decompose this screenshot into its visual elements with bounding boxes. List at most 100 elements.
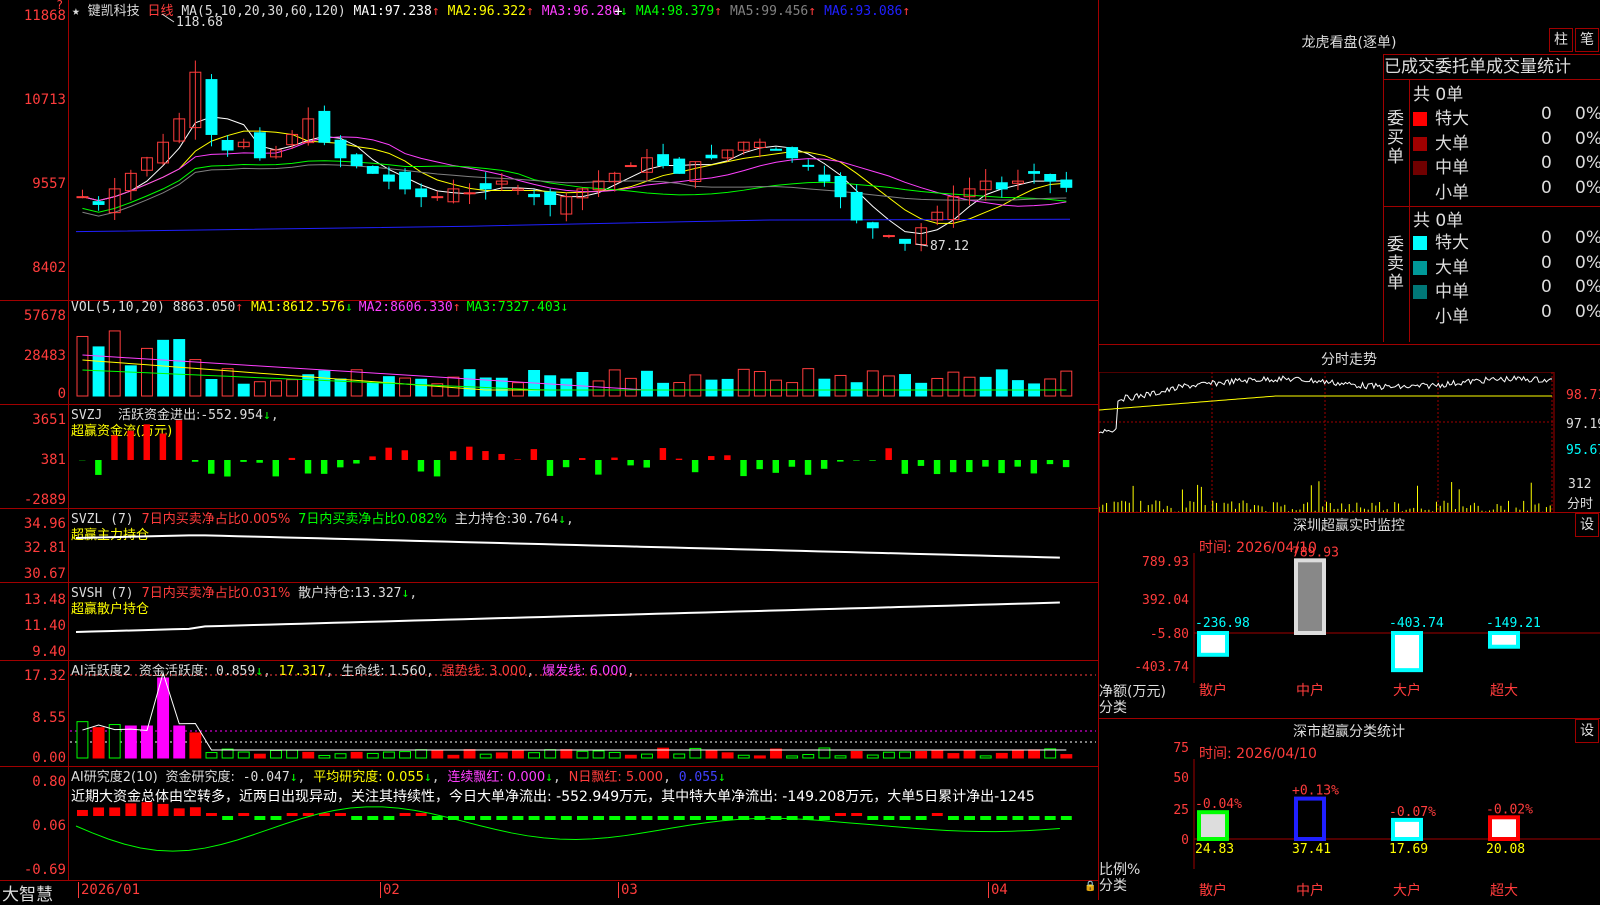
- research-bar: [577, 816, 588, 820]
- column-view-button[interactable]: 柱: [1549, 28, 1573, 52]
- lhb-row-count: 0: [1541, 178, 1552, 198]
- candle-body: [529, 194, 540, 196]
- candle-body: [1029, 172, 1040, 174]
- activity-bar: [254, 754, 265, 758]
- intraday-chart[interactable]: [1099, 372, 1600, 513]
- activity-bar: [1029, 750, 1040, 758]
- activity-bar: [706, 750, 717, 758]
- research-bar: [706, 816, 717, 820]
- intraday-panel[interactable]: 分时走势 98.71 97.19 95.67 312 分时: [1099, 345, 1600, 513]
- category-name: 大户: [1393, 682, 1421, 699]
- research-bar: [964, 816, 975, 820]
- flow-bar: [273, 460, 279, 476]
- lhb-row-name: 中单: [1435, 158, 1469, 178]
- y-label: -0.69: [0, 862, 66, 878]
- tick-view-button[interactable]: 笔: [1575, 28, 1599, 52]
- activity-bar: [432, 750, 443, 758]
- volume-bar: [77, 336, 88, 396]
- volume-bar: [674, 383, 685, 396]
- bar-y-label: 75: [1173, 741, 1189, 756]
- flow-bar: [627, 460, 633, 465]
- y-label: 8402: [0, 260, 66, 276]
- research-bar: [383, 816, 394, 820]
- category-name: 散户: [1199, 682, 1227, 699]
- tab-filled[interactable]: 已成交: [1384, 57, 1435, 77]
- volume-bar: [754, 372, 765, 396]
- volume-bar: [593, 381, 604, 396]
- svzj-chart[interactable]: [70, 404, 1096, 508]
- volume-bar: [190, 360, 201, 396]
- volume-panel[interactable]: VOL(5,10,20) 8863.050↑ MA1:8612.576↓MA2:…: [0, 300, 1098, 404]
- flow-bar: [563, 460, 569, 467]
- sell-total: 共 0单: [1413, 206, 1463, 230]
- volume-bar: [900, 375, 911, 396]
- flow-bar: [885, 448, 891, 460]
- flow-bar: [127, 431, 133, 460]
- volume-bar: [851, 383, 862, 396]
- ai-activity-panel[interactable]: AI活跃度2 资金活跃度: 0.859↓, 17.317, 生命线: 1.560…: [0, 660, 1098, 766]
- activity-bar: [351, 752, 362, 758]
- flow-bar: [579, 458, 585, 460]
- activity-bar: [722, 753, 733, 758]
- category-bar: [1393, 820, 1421, 839]
- tab-orders[interactable]: 委托单: [1435, 57, 1486, 77]
- y-label: -2889: [0, 492, 66, 508]
- lhb-panel: 龙虎看盘(逐单) 柱 笔 已成交委托单成交量统计 委买单 委卖单 共 0单 特大…: [1099, 0, 1600, 345]
- lhb-row: 小单00%: [1413, 302, 1600, 326]
- volume-bar: [125, 366, 136, 396]
- lhb-row: 大单00%: [1413, 129, 1600, 153]
- bar-value-label: -403.74: [1389, 616, 1444, 631]
- bar-value-label: -236.98: [1195, 616, 1250, 631]
- research-bar: [561, 816, 572, 820]
- activity-bar: [319, 755, 330, 758]
- ai-research-panel[interactable]: AI研究度2(10) 资金研究度: -0.047↓, 平均研究度: 0.055↓…: [0, 766, 1098, 880]
- flow-bar: [934, 460, 940, 474]
- candle-body: [254, 133, 265, 158]
- category-bar: [1199, 812, 1227, 839]
- candle-body: [625, 166, 636, 167]
- candle-body: [771, 149, 782, 150]
- research-bar: [190, 807, 201, 816]
- tab-stats[interactable]: 统计: [1537, 57, 1571, 77]
- sz-monitor-panel: 深圳超赢实时监控 设 时间: 2026/04/10 789.93392.04-5…: [1099, 513, 1600, 718]
- ai-research-chart[interactable]: [70, 766, 1096, 880]
- x-axis-label: 03: [618, 882, 638, 898]
- volume-bar: [625, 378, 636, 396]
- research-bar: [996, 816, 1007, 820]
- lhb-row-count: 0: [1541, 253, 1552, 273]
- ai-activity-chart[interactable]: [70, 660, 1096, 766]
- research-bar: [1061, 816, 1072, 820]
- color-swatch: [1413, 261, 1427, 275]
- research-bar: [722, 816, 733, 820]
- activity-bar: [496, 753, 507, 758]
- svsh-panel[interactable]: SVSH (7) 7日内买卖净占比0.031% 散户持仓:13.327↓, 超赢…: [0, 582, 1098, 660]
- research-bar: [125, 803, 136, 816]
- activity-bar: [1061, 755, 1072, 758]
- buy-side-label: 委买单: [1387, 110, 1407, 167]
- svsh-chart[interactable]: [70, 582, 1096, 660]
- flow-bar: [224, 460, 230, 476]
- y-label: 11.40: [0, 618, 66, 634]
- volume-bar: [303, 375, 314, 396]
- flow-bar: [724, 455, 730, 460]
- lhb-row-count: 0: [1541, 302, 1552, 322]
- volume-chart[interactable]: [70, 300, 1096, 404]
- svzl-chart[interactable]: [70, 508, 1096, 582]
- category-name: 散户: [1199, 882, 1227, 899]
- volume-bar: [109, 331, 120, 396]
- research-bar: [142, 802, 153, 816]
- kline-chart[interactable]: 118.68 87.12: [70, 0, 1096, 300]
- flow-bar: [434, 460, 440, 476]
- svzl-panel[interactable]: SVZL (7) 7日内买卖净占比0.005% 7日内买卖净占比0.082% 主…: [0, 508, 1098, 582]
- svzj-panel[interactable]: SVZJ 活跃资金进出:-552.954↓, 超赢资金流(万元) 3651 38…: [0, 404, 1098, 508]
- research-bar: [948, 816, 959, 820]
- activity-bar: [125, 726, 136, 758]
- flow-bar: [547, 460, 553, 476]
- research-bar: [416, 813, 427, 816]
- tab-volume[interactable]: 成交量: [1486, 57, 1537, 77]
- flow-bar: [531, 449, 537, 460]
- main-kline-panel[interactable]: ? ★ 键凯科技 日线 MA(5,10,20,30,60,120) MA1:97…: [0, 0, 1098, 300]
- research-bar: [625, 816, 636, 820]
- lock-icon[interactable]: 🔒: [1084, 881, 1096, 892]
- flow-bar: [1014, 460, 1020, 467]
